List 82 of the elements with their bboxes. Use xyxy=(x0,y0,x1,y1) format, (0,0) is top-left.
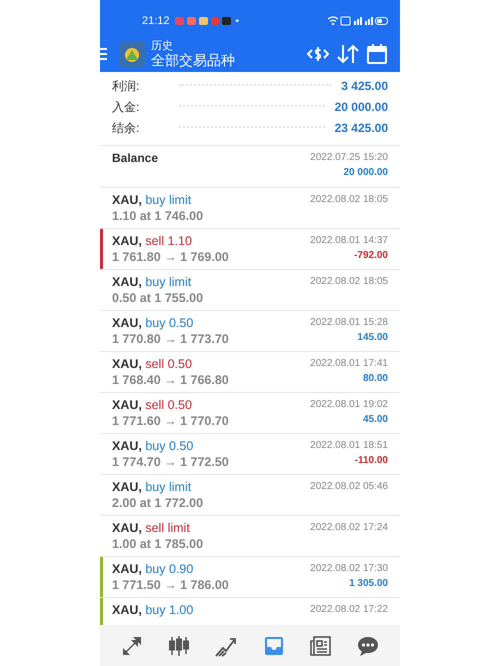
notification-icons xyxy=(174,16,231,26)
trade-profit: 1 305.00 xyxy=(349,577,388,591)
screen-title: 历史 xyxy=(151,40,174,52)
menu-icon[interactable] xyxy=(100,47,107,61)
trade-symbol: XAU, xyxy=(112,316,142,330)
trade-detail: 1 771.50 → 1 786.00 xyxy=(112,577,229,593)
trade-action: sell 1.10 xyxy=(145,234,192,248)
trade-row[interactable]: XAU, buy limit 0.50 at 1 755.00 2022.08.02 18:05 xyxy=(100,270,400,311)
balance-row[interactable]: Balance 2022.07.25 15:20 20 000.00 xyxy=(100,146,400,188)
trade-row[interactable]: XAU, sell 0.50 1 771.60 → 1 770.70 2022.08.01 19:02 45.00 xyxy=(100,393,400,434)
trade-date: 2022.08.02 17:24 xyxy=(310,521,388,535)
trade-symbol: XAU, xyxy=(112,439,142,453)
trade-row[interactable]: XAU, buy limit 2.00 at 1 772.00 2022.08.02 05:46 xyxy=(100,475,400,516)
trade-date: 2022.08.01 15:28 xyxy=(310,316,388,330)
trade-date: 2022.08.01 18:51 xyxy=(310,439,388,453)
status-dot: • xyxy=(236,16,240,26)
trade-profit: 80.00 xyxy=(362,372,388,386)
trade-row[interactable]: XAU, sell 0.50 1 768.40 → 1 766.80 2022.08.01 17:41 80.00 xyxy=(100,352,400,393)
trade-action: buy 1.00 xyxy=(145,603,194,617)
summary-label: 结余: xyxy=(112,120,140,137)
trade-date: 2022.08.02 18:05 xyxy=(310,193,388,207)
trade-action: buy limit xyxy=(145,275,192,289)
trade-row[interactable]: XAU, buy limit 1.10 at 1 746.00 2022.08.02 18:05 xyxy=(100,188,400,229)
trade-detail: 1 761.80 → 1 769.00 xyxy=(112,249,229,265)
trade-date: 2022.08.02 05:46 xyxy=(310,480,388,494)
trade-symbol: XAU, xyxy=(112,562,142,576)
trade-profit: -792.00 xyxy=(354,249,388,263)
trade-profit: 45.00 xyxy=(362,413,388,427)
news-nav-icon[interactable] xyxy=(308,634,333,658)
system-status-icons xyxy=(328,16,388,26)
trade-row[interactable]: XAU, buy 0.50 1 774.70 → 1 772.50 2022.08.01 18:51 -110.00 xyxy=(100,434,400,475)
trade-action: buy 0.90 xyxy=(145,562,194,576)
sort-icon[interactable] xyxy=(336,43,360,65)
summary-value: 23 425.00 xyxy=(334,120,388,137)
trade-symbol: XAU, xyxy=(112,193,142,207)
trade-symbol: XAU, xyxy=(112,603,142,617)
trade-action: sell 0.50 xyxy=(145,398,192,412)
trade-date: 2022.08.02 17:22 xyxy=(310,603,388,617)
trade-detail: 0.50 at 1 755.00 xyxy=(112,290,204,306)
trade-detail: 1 768.40 → 1 766.80 xyxy=(112,372,229,388)
app-logo-icon xyxy=(119,41,145,67)
operation-date: 2022.07.25 15:20 xyxy=(310,151,388,165)
trade-symbol: XAU, xyxy=(112,398,142,412)
trade-symbol: XAU, xyxy=(112,521,142,535)
trade-row[interactable]: XAU, buy 0.50 1 770.80 → 1 773.70 2022.08.01 15:28 145.00 xyxy=(100,311,400,352)
trade-row[interactable]: XAU, sell limit 1.00 at 1 785.00 2022.08.02 17:24 xyxy=(100,516,400,557)
trade-symbol: XAU, xyxy=(112,234,142,248)
trade-profit: -110.00 xyxy=(354,454,388,468)
trade-detail: 1 771.60 → 1 770.70 xyxy=(112,413,229,429)
summary-label: 入金: xyxy=(112,99,140,116)
quotes-nav-icon[interactable] xyxy=(166,634,191,658)
trade-symbol: XAU, xyxy=(112,357,142,371)
trade-date: 2022.08.02 18:05 xyxy=(310,275,388,289)
trade-action: sell limit xyxy=(145,521,190,535)
trade-action: buy limit xyxy=(145,480,192,494)
trade-action: buy 0.50 xyxy=(145,316,194,330)
trade-symbol: XAU, xyxy=(112,480,142,494)
trade-detail: 1.00 at 1 785.00 xyxy=(112,536,204,552)
trade-detail: 2.00 at 1 772.00 xyxy=(112,495,204,511)
trade-detail: 1 770.80 → 1 773.70 xyxy=(112,331,229,347)
status-time: 21:12 xyxy=(142,15,170,27)
summary-value: 20 000.00 xyxy=(334,99,388,116)
trade-detail: 1 774.70 → 1 772.50 xyxy=(112,454,229,470)
trade-detail: 1.10 at 1 746.00 xyxy=(112,208,204,224)
trade-profit: 145.00 xyxy=(357,331,388,345)
symbol-filter[interactable]: 全部交易品种 xyxy=(151,52,300,68)
trade-row[interactable]: XAU, buy 0.90 1 771.50 → 1 786.00 2022.08.02 17:30 1 305.00 xyxy=(100,557,400,598)
trade-action: buy 0.50 xyxy=(145,439,194,453)
trade-date: 2022.08.01 14:37 xyxy=(310,234,388,248)
balance-amount: 20 000.00 xyxy=(344,166,388,180)
calendar-icon[interactable] xyxy=(366,43,388,65)
trade-action: sell 0.50 xyxy=(145,357,192,371)
trade-date: 2022.08.01 19:02 xyxy=(310,398,388,412)
currency-exchange-icon[interactable] xyxy=(306,44,330,64)
trade-date: 2022.08.01 17:41 xyxy=(310,357,388,371)
summary-value: 3 425.00 xyxy=(341,78,388,95)
trade-date: 2022.08.02 17:30 xyxy=(310,562,388,576)
summary-label: 利润: xyxy=(112,78,140,95)
trade-action: buy limit xyxy=(145,193,192,207)
balance-label: Balance xyxy=(112,150,158,166)
trade-row[interactable]: XAU, sell 1.10 1 761.80 → 1 769.00 2022.08.01 14:37 -792.00 xyxy=(100,229,400,270)
trade-symbol: XAU, xyxy=(112,275,142,289)
